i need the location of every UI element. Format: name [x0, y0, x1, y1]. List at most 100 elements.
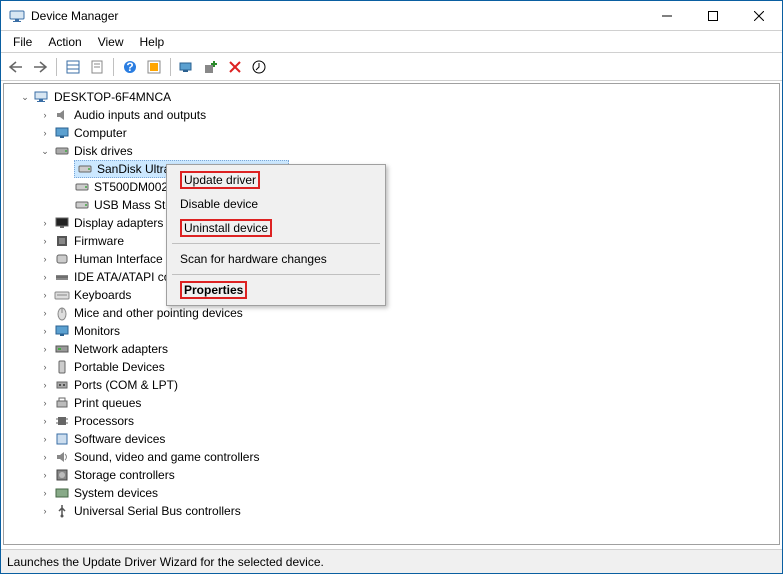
- computer-icon: [54, 125, 70, 141]
- tree-category[interactable]: ›Keyboards: [38, 286, 779, 304]
- tree-category[interactable]: › Storage controllers: [38, 466, 779, 484]
- action-button[interactable]: [143, 56, 165, 78]
- tree-item-label: Portable Devices: [74, 360, 165, 374]
- software-icon: [54, 431, 70, 447]
- properties-button[interactable]: [86, 56, 108, 78]
- tree-category[interactable]: › Mice and other pointing devices: [38, 304, 779, 322]
- tree-category[interactable]: › Portable Devices: [38, 358, 779, 376]
- menu-help[interactable]: Help: [132, 33, 173, 51]
- tree-root-node[interactable]: ⌄DESKTOP-6F4MNCA: [18, 88, 779, 106]
- ctx-properties[interactable]: Properties: [170, 278, 382, 302]
- chevron-right-icon[interactable]: ›: [38, 378, 52, 392]
- tree-item-label: Computer: [74, 126, 127, 140]
- chevron-right-icon[interactable]: ›: [38, 234, 52, 248]
- tree-item-label: Print queues: [74, 396, 141, 410]
- drive-icon: [77, 161, 93, 177]
- help-button[interactable]: ?: [119, 56, 141, 78]
- chevron-right-icon[interactable]: ›: [38, 324, 52, 338]
- tree-category[interactable]: › Monitors: [38, 322, 779, 340]
- chevron-down-icon[interactable]: ⌄: [38, 144, 52, 158]
- chevron-right-icon[interactable]: ›: [38, 486, 52, 500]
- forward-button[interactable]: [29, 56, 51, 78]
- tree-category[interactable]: ›Sound, video and game controllers: [38, 448, 779, 466]
- ctx-disable-device[interactable]: Disable device: [170, 192, 382, 216]
- tree-category[interactable]: › Display adapters: [38, 214, 779, 232]
- tree-category[interactable]: ⌄ Disk drives: [38, 142, 779, 160]
- chevron-right-icon[interactable]: ›: [38, 342, 52, 356]
- chevron-right-icon[interactable]: ›: [38, 252, 52, 266]
- usb-icon: [54, 503, 70, 519]
- ctx-separator: [172, 274, 380, 275]
- tree-category[interactable]: ›Human Interface Devices: [38, 250, 779, 268]
- chevron-right-icon[interactable]: ›: [38, 360, 52, 374]
- chevron-right-icon[interactable]: ›: [38, 432, 52, 446]
- ctx-scan-hardware[interactable]: Scan for hardware changes: [170, 247, 382, 271]
- chevron-right-icon[interactable]: ›: [38, 270, 52, 284]
- tree-category[interactable]: › Audio inputs and outputs: [38, 106, 779, 124]
- tree-category[interactable]: › Universal Serial Bus controllers: [38, 502, 779, 520]
- network-icon: [54, 341, 70, 357]
- tree-category[interactable]: › Software devices: [38, 430, 779, 448]
- tree-item-label: Display adapters: [74, 216, 163, 230]
- add-legacy-button[interactable]: [200, 56, 222, 78]
- chevron-right-icon[interactable]: ›: [38, 288, 52, 302]
- menu-action[interactable]: Action: [40, 33, 89, 51]
- tree-category[interactable]: › System devices: [38, 484, 779, 502]
- tree-item-label: Software devices: [74, 432, 165, 446]
- chevron-right-icon[interactable]: ›: [38, 306, 52, 320]
- tree-category[interactable]: › Firmware: [38, 232, 779, 250]
- back-button[interactable]: [5, 56, 27, 78]
- sound-icon: [54, 449, 70, 465]
- ctx-update-driver[interactable]: Update driver: [170, 168, 382, 192]
- portable-icon: [54, 359, 70, 375]
- tree-item-label: Firmware: [74, 234, 124, 248]
- minimize-button[interactable]: [644, 1, 690, 31]
- tree-category[interactable]: ›Processors: [38, 412, 779, 430]
- chevron-right-icon[interactable]: ›: [38, 108, 52, 122]
- maximize-button[interactable]: [690, 1, 736, 31]
- device-tree[interactable]: ⌄DESKTOP-6F4MNCA › Audio inputs and output…: [3, 83, 780, 545]
- menu-file[interactable]: File: [5, 33, 40, 51]
- window-title: Device Manager: [31, 9, 644, 23]
- system-icon: [54, 485, 70, 501]
- uninstall-button[interactable]: [224, 56, 246, 78]
- chevron-down-icon[interactable]: ⌄: [18, 90, 32, 104]
- tree-category[interactable]: › Computer: [38, 124, 779, 142]
- tree-category[interactable]: ›IDE ATA/ATAPI controllers: [38, 268, 779, 286]
- tree-category[interactable]: ›Ports (COM & LPT): [38, 376, 779, 394]
- tree-item-label: Storage controllers: [74, 468, 175, 482]
- computer-icon: [34, 89, 50, 105]
- drive-icon: [74, 179, 90, 195]
- tree-item-label: Network adapters: [74, 342, 168, 356]
- mouse-icon: [54, 305, 70, 321]
- chevron-right-icon[interactable]: ›: [38, 504, 52, 518]
- chevron-right-icon[interactable]: ›: [38, 450, 52, 464]
- chevron-right-icon[interactable]: ›: [38, 468, 52, 482]
- print-icon: [54, 395, 70, 411]
- ctx-uninstall-device[interactable]: Uninstall device: [170, 216, 382, 240]
- svg-text:?: ?: [126, 60, 133, 74]
- chevron-right-icon[interactable]: ›: [38, 126, 52, 140]
- chevron-right-icon[interactable]: ›: [38, 414, 52, 428]
- disk-icon: [54, 143, 70, 159]
- show-hide-tree-button[interactable]: [62, 56, 84, 78]
- statusbar: Launches the Update Driver Wizard for th…: [1, 549, 782, 573]
- app-icon: [9, 8, 25, 24]
- tree-category[interactable]: › Network adapters: [38, 340, 779, 358]
- chevron-right-icon[interactable]: ›: [38, 216, 52, 230]
- tree-item-label: System devices: [74, 486, 158, 500]
- tree-item-label: Audio inputs and outputs: [74, 108, 206, 122]
- scan-hardware-button[interactable]: [176, 56, 198, 78]
- menu-view[interactable]: View: [90, 33, 132, 51]
- update-driver-button[interactable]: [248, 56, 270, 78]
- chevron-right-icon[interactable]: ›: [38, 396, 52, 410]
- tree-item-label: Disk drives: [74, 144, 133, 158]
- tree-item-label: Mice and other pointing devices: [74, 306, 243, 320]
- tree-item-label: Universal Serial Bus controllers: [74, 504, 241, 518]
- storage-icon: [54, 467, 70, 483]
- keyboard-icon: [54, 287, 70, 303]
- tree-item-label: Monitors: [74, 324, 120, 338]
- close-button[interactable]: [736, 1, 782, 31]
- tree-category[interactable]: › Print queues: [38, 394, 779, 412]
- monitor-icon: [54, 323, 70, 339]
